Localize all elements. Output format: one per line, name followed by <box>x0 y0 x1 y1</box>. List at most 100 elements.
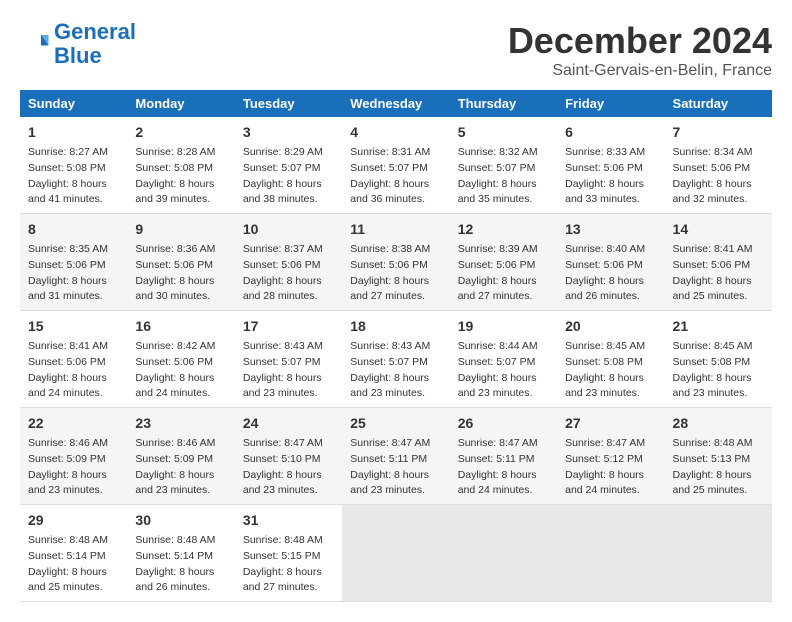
day-number: 25 <box>350 413 441 434</box>
day-cell: 5 Sunrise: 8:32 AM Sunset: 5:07 PM Dayli… <box>450 117 557 214</box>
month-title: December 2024 <box>508 20 772 62</box>
day-cell: 7 Sunrise: 8:34 AM Sunset: 5:06 PM Dayli… <box>665 117 772 214</box>
day-number: 12 <box>458 219 549 240</box>
day-number: 3 <box>243 122 334 143</box>
day-cell: 20 Sunrise: 8:45 AM Sunset: 5:08 PM Dayl… <box>557 311 664 408</box>
day-info: Sunrise: 8:47 AM Sunset: 5:12 PM Dayligh… <box>565 436 656 499</box>
day-cell: 22 Sunrise: 8:46 AM Sunset: 5:09 PM Dayl… <box>20 408 127 505</box>
day-cell: 25 Sunrise: 8:47 AM Sunset: 5:11 PM Dayl… <box>342 408 449 505</box>
day-number: 31 <box>243 510 334 531</box>
day-info: Sunrise: 8:41 AM Sunset: 5:06 PM Dayligh… <box>673 242 764 305</box>
day-cell: 10 Sunrise: 8:37 AM Sunset: 5:06 PM Dayl… <box>235 214 342 311</box>
day-cell: 26 Sunrise: 8:47 AM Sunset: 5:11 PM Dayl… <box>450 408 557 505</box>
day-info: Sunrise: 8:43 AM Sunset: 5:07 PM Dayligh… <box>350 339 441 402</box>
day-info: Sunrise: 8:33 AM Sunset: 5:06 PM Dayligh… <box>565 145 656 208</box>
day-number: 23 <box>135 413 226 434</box>
day-info: Sunrise: 8:48 AM Sunset: 5:13 PM Dayligh… <box>673 436 764 499</box>
day-info: Sunrise: 8:44 AM Sunset: 5:07 PM Dayligh… <box>458 339 549 402</box>
day-header-friday: Friday <box>557 90 664 117</box>
day-number: 27 <box>565 413 656 434</box>
day-number: 5 <box>458 122 549 143</box>
day-cell: 9 Sunrise: 8:36 AM Sunset: 5:06 PM Dayli… <box>127 214 234 311</box>
day-info: Sunrise: 8:48 AM Sunset: 5:14 PM Dayligh… <box>28 533 119 596</box>
day-number: 20 <box>565 316 656 337</box>
day-info: Sunrise: 8:27 AM Sunset: 5:08 PM Dayligh… <box>28 145 119 208</box>
day-number: 17 <box>243 316 334 337</box>
header-row: SundayMondayTuesdayWednesdayThursdayFrid… <box>20 90 772 117</box>
day-header-wednesday: Wednesday <box>342 90 449 117</box>
day-cell: 21 Sunrise: 8:45 AM Sunset: 5:08 PM Dayl… <box>665 311 772 408</box>
day-cell: 30 Sunrise: 8:48 AM Sunset: 5:14 PM Dayl… <box>127 505 234 602</box>
logo-icon <box>20 29 50 59</box>
day-info: Sunrise: 8:31 AM Sunset: 5:07 PM Dayligh… <box>350 145 441 208</box>
logo-text: General Blue <box>54 20 136 68</box>
day-header-tuesday: Tuesday <box>235 90 342 117</box>
day-cell: 23 Sunrise: 8:46 AM Sunset: 5:09 PM Dayl… <box>127 408 234 505</box>
day-info: Sunrise: 8:45 AM Sunset: 5:08 PM Dayligh… <box>673 339 764 402</box>
day-info: Sunrise: 8:37 AM Sunset: 5:06 PM Dayligh… <box>243 242 334 305</box>
day-number: 13 <box>565 219 656 240</box>
day-info: Sunrise: 8:42 AM Sunset: 5:06 PM Dayligh… <box>135 339 226 402</box>
day-cell <box>557 505 664 602</box>
day-number: 9 <box>135 219 226 240</box>
day-number: 29 <box>28 510 119 531</box>
day-number: 11 <box>350 219 441 240</box>
day-header-sunday: Sunday <box>20 90 127 117</box>
day-cell <box>342 505 449 602</box>
title-block: December 2024 Saint-Gervais-en-Belin, Fr… <box>508 20 772 80</box>
week-row-2: 8 Sunrise: 8:35 AM Sunset: 5:06 PM Dayli… <box>20 214 772 311</box>
page-header: General Blue December 2024 Saint-Gervais… <box>20 20 772 80</box>
location: Saint-Gervais-en-Belin, France <box>508 62 772 80</box>
day-cell: 31 Sunrise: 8:48 AM Sunset: 5:15 PM Dayl… <box>235 505 342 602</box>
day-info: Sunrise: 8:39 AM Sunset: 5:06 PM Dayligh… <box>458 242 549 305</box>
day-number: 10 <box>243 219 334 240</box>
day-info: Sunrise: 8:46 AM Sunset: 5:09 PM Dayligh… <box>28 436 119 499</box>
day-info: Sunrise: 8:41 AM Sunset: 5:06 PM Dayligh… <box>28 339 119 402</box>
day-info: Sunrise: 8:36 AM Sunset: 5:06 PM Dayligh… <box>135 242 226 305</box>
week-row-1: 1 Sunrise: 8:27 AM Sunset: 5:08 PM Dayli… <box>20 117 772 214</box>
day-number: 26 <box>458 413 549 434</box>
day-info: Sunrise: 8:47 AM Sunset: 5:11 PM Dayligh… <box>350 436 441 499</box>
day-info: Sunrise: 8:48 AM Sunset: 5:14 PM Dayligh… <box>135 533 226 596</box>
week-row-4: 22 Sunrise: 8:46 AM Sunset: 5:09 PM Dayl… <box>20 408 772 505</box>
day-cell: 3 Sunrise: 8:29 AM Sunset: 5:07 PM Dayli… <box>235 117 342 214</box>
day-cell: 19 Sunrise: 8:44 AM Sunset: 5:07 PM Dayl… <box>450 311 557 408</box>
week-row-3: 15 Sunrise: 8:41 AM Sunset: 5:06 PM Dayl… <box>20 311 772 408</box>
day-info: Sunrise: 8:28 AM Sunset: 5:08 PM Dayligh… <box>135 145 226 208</box>
day-info: Sunrise: 8:47 AM Sunset: 5:11 PM Dayligh… <box>458 436 549 499</box>
day-info: Sunrise: 8:29 AM Sunset: 5:07 PM Dayligh… <box>243 145 334 208</box>
day-info: Sunrise: 8:47 AM Sunset: 5:10 PM Dayligh… <box>243 436 334 499</box>
day-number: 30 <box>135 510 226 531</box>
day-number: 6 <box>565 122 656 143</box>
week-row-5: 29 Sunrise: 8:48 AM Sunset: 5:14 PM Dayl… <box>20 505 772 602</box>
day-info: Sunrise: 8:48 AM Sunset: 5:15 PM Dayligh… <box>243 533 334 596</box>
day-number: 2 <box>135 122 226 143</box>
logo: General Blue <box>20 20 136 68</box>
day-info: Sunrise: 8:45 AM Sunset: 5:08 PM Dayligh… <box>565 339 656 402</box>
day-info: Sunrise: 8:34 AM Sunset: 5:06 PM Dayligh… <box>673 145 764 208</box>
day-cell: 8 Sunrise: 8:35 AM Sunset: 5:06 PM Dayli… <box>20 214 127 311</box>
day-cell: 24 Sunrise: 8:47 AM Sunset: 5:10 PM Dayl… <box>235 408 342 505</box>
day-number: 1 <box>28 122 119 143</box>
day-number: 19 <box>458 316 549 337</box>
day-cell: 13 Sunrise: 8:40 AM Sunset: 5:06 PM Dayl… <box>557 214 664 311</box>
day-cell: 28 Sunrise: 8:48 AM Sunset: 5:13 PM Dayl… <box>665 408 772 505</box>
day-cell: 27 Sunrise: 8:47 AM Sunset: 5:12 PM Dayl… <box>557 408 664 505</box>
day-cell: 16 Sunrise: 8:42 AM Sunset: 5:06 PM Dayl… <box>127 311 234 408</box>
day-number: 14 <box>673 219 764 240</box>
day-cell: 4 Sunrise: 8:31 AM Sunset: 5:07 PM Dayli… <box>342 117 449 214</box>
day-info: Sunrise: 8:43 AM Sunset: 5:07 PM Dayligh… <box>243 339 334 402</box>
day-cell: 2 Sunrise: 8:28 AM Sunset: 5:08 PM Dayli… <box>127 117 234 214</box>
day-number: 22 <box>28 413 119 434</box>
day-cell: 12 Sunrise: 8:39 AM Sunset: 5:06 PM Dayl… <box>450 214 557 311</box>
day-cell <box>665 505 772 602</box>
day-cell: 6 Sunrise: 8:33 AM Sunset: 5:06 PM Dayli… <box>557 117 664 214</box>
day-number: 28 <box>673 413 764 434</box>
day-header-saturday: Saturday <box>665 90 772 117</box>
day-number: 8 <box>28 219 119 240</box>
day-header-thursday: Thursday <box>450 90 557 117</box>
day-info: Sunrise: 8:32 AM Sunset: 5:07 PM Dayligh… <box>458 145 549 208</box>
day-number: 15 <box>28 316 119 337</box>
day-number: 7 <box>673 122 764 143</box>
day-cell: 18 Sunrise: 8:43 AM Sunset: 5:07 PM Dayl… <box>342 311 449 408</box>
